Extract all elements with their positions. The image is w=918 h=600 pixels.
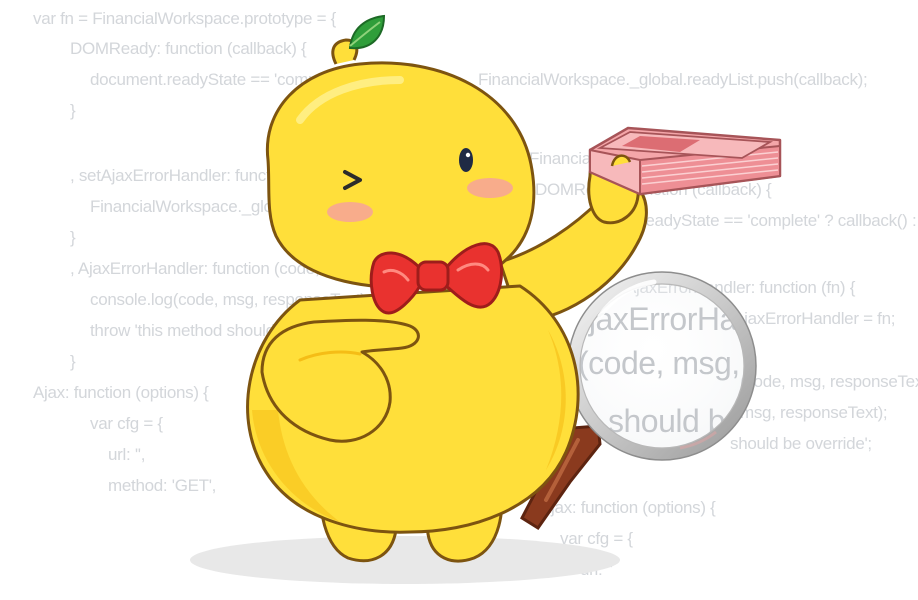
illustration: var fn = FinancialWorkspace.prototype = …	[0, 0, 918, 600]
yellow-chick-mascot-icon	[246, 14, 648, 563]
ground-shadow	[190, 536, 620, 584]
code-line: should be override	[608, 403, 780, 439]
